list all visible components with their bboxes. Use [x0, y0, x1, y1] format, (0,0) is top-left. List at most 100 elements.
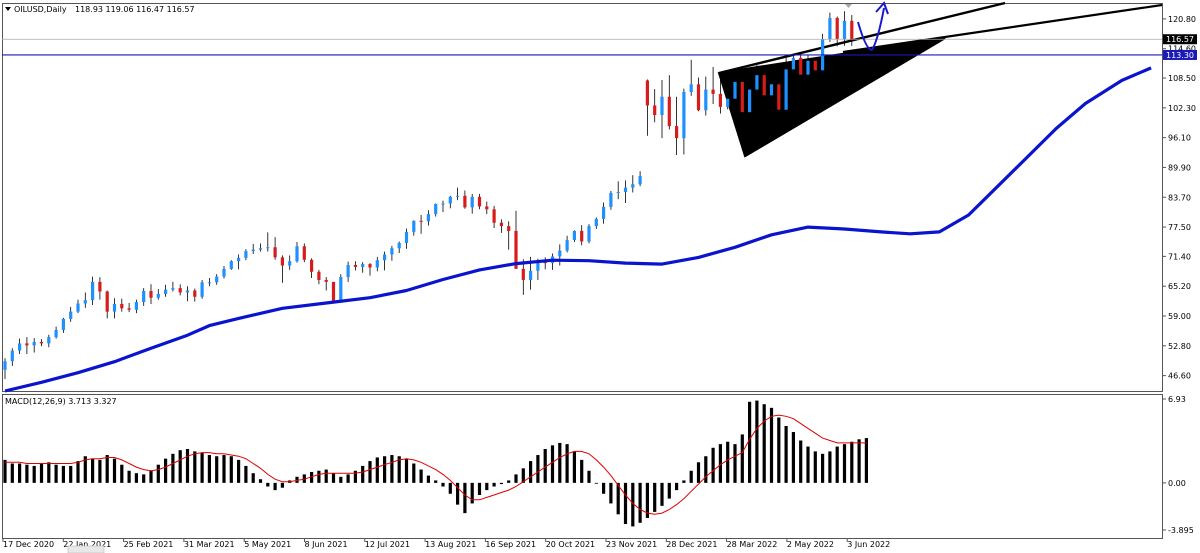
- macd-bar: [529, 461, 533, 483]
- candle-body: [638, 176, 642, 185]
- macd-bar: [142, 474, 146, 483]
- candle: [331, 281, 336, 303]
- candle-body: [485, 206, 489, 210]
- candle-body: [477, 196, 482, 207]
- candle-body: [18, 343, 22, 351]
- macd-bar: [769, 407, 774, 483]
- candle-body: [529, 270, 533, 280]
- macd-bar: [426, 475, 430, 483]
- macd-bar: [105, 455, 109, 483]
- candle-body: [645, 80, 649, 106]
- candle-body: [419, 220, 423, 222]
- macd-bar: [39, 463, 44, 483]
- macd-bar: [660, 482, 664, 506]
- candle-body: [32, 341, 36, 346]
- macd-bar: [507, 480, 511, 483]
- price-tick-label: 108.50: [1168, 74, 1196, 83]
- price-tick-label: 71.40: [1168, 252, 1191, 261]
- price-axis: 120.80114.60108.50102.3096.1089.9083.707…: [1162, 15, 1196, 381]
- candle-body: [302, 246, 306, 260]
- macd-bar: [98, 459, 102, 483]
- macd-bar: [755, 400, 759, 483]
- candle-body: [806, 60, 810, 75]
- candle-body: [193, 290, 197, 297]
- candle-body: [361, 264, 365, 267]
- candle-body: [171, 288, 175, 290]
- candle-body: [755, 75, 759, 90]
- macd-bar: [682, 480, 686, 483]
- date-tick-label: 3 Jun 2022: [847, 540, 890, 549]
- trading-chart: 120.80114.60108.50102.3096.1089.9083.707…: [2, 1, 1197, 553]
- candle-body: [616, 191, 620, 193]
- candle-body: [54, 329, 58, 338]
- candle-body: [689, 84, 693, 92]
- candle-body: [434, 203, 438, 215]
- macd-bar: [171, 453, 175, 483]
- candle-body: [383, 254, 387, 261]
- macd-bar: [200, 452, 204, 483]
- macd-bar: [317, 470, 321, 483]
- macd-bar: [61, 465, 65, 483]
- candle-body: [310, 259, 314, 272]
- macd-bar: [587, 470, 591, 483]
- macd-bar: [331, 473, 336, 483]
- candle-body: [835, 17, 839, 40]
- macd-bar: [857, 439, 861, 483]
- timeline-scroll-tab[interactable]: [67, 545, 105, 553]
- candle-body: [215, 276, 219, 283]
- candle-body: [368, 264, 372, 268]
- price-tick-label: 83.70: [1168, 193, 1191, 202]
- candle-body: [769, 84, 774, 96]
- price-tick-label: 46.60: [1168, 372, 1191, 381]
- macd-bar: [550, 445, 555, 483]
- macd-bar: [339, 476, 343, 483]
- candle-body: [288, 261, 292, 266]
- date-tick-label: 2 May 2022: [787, 540, 834, 549]
- candle-body: [456, 195, 460, 197]
- candle-body: [251, 249, 255, 252]
- candle-body: [164, 289, 168, 294]
- macd-bar: [32, 465, 36, 483]
- macd-bar: [324, 469, 328, 483]
- macd-label: MACD(12,26,9) 3.713 3.327: [5, 397, 117, 406]
- candle-body: [76, 303, 80, 312]
- date-tick-label: 31 Mar 2021: [184, 540, 235, 549]
- candle-body: [623, 187, 628, 192]
- macd-bar: [251, 473, 255, 483]
- symbol-label: OILUSD,Daily: [14, 5, 67, 14]
- date-tick-label: 28 Dec 2021: [666, 540, 717, 549]
- macd-bar: [492, 482, 496, 487]
- macd-bar: [127, 470, 131, 483]
- macd-bar: [47, 462, 51, 483]
- macd-bar: [733, 444, 737, 483]
- candle: [587, 224, 591, 244]
- macd-bar: [280, 482, 284, 488]
- macd-bar: [791, 432, 795, 483]
- macd-bar: [667, 482, 671, 499]
- macd-bar: [112, 458, 117, 483]
- candle-body: [324, 279, 328, 282]
- macd-bar: [3, 459, 7, 483]
- date-tick-label: 13 Aug 2021: [425, 540, 476, 549]
- macd-bar: [237, 459, 241, 483]
- macd-bar: [383, 456, 387, 483]
- macd-bar: [404, 458, 409, 483]
- candle-body: [558, 250, 562, 257]
- candle-body: [390, 248, 394, 255]
- macd-bar: [777, 417, 781, 483]
- candle-body: [572, 230, 576, 241]
- macd-bar: [572, 451, 576, 483]
- macd-bar: [361, 465, 365, 483]
- macd-bar: [594, 482, 598, 484]
- candle-body: [266, 247, 270, 249]
- candle-body: [441, 203, 445, 205]
- price-tick-label: 77.50: [1168, 223, 1191, 232]
- price-tick-label: 102.30: [1168, 104, 1196, 113]
- candle-body: [791, 57, 795, 70]
- macd-bar: [346, 474, 350, 483]
- candle-body: [536, 262, 540, 271]
- candle-body: [295, 246, 299, 262]
- candle-body: [25, 343, 29, 346]
- candle-body: [842, 20, 847, 40]
- macd-bar: [689, 470, 693, 483]
